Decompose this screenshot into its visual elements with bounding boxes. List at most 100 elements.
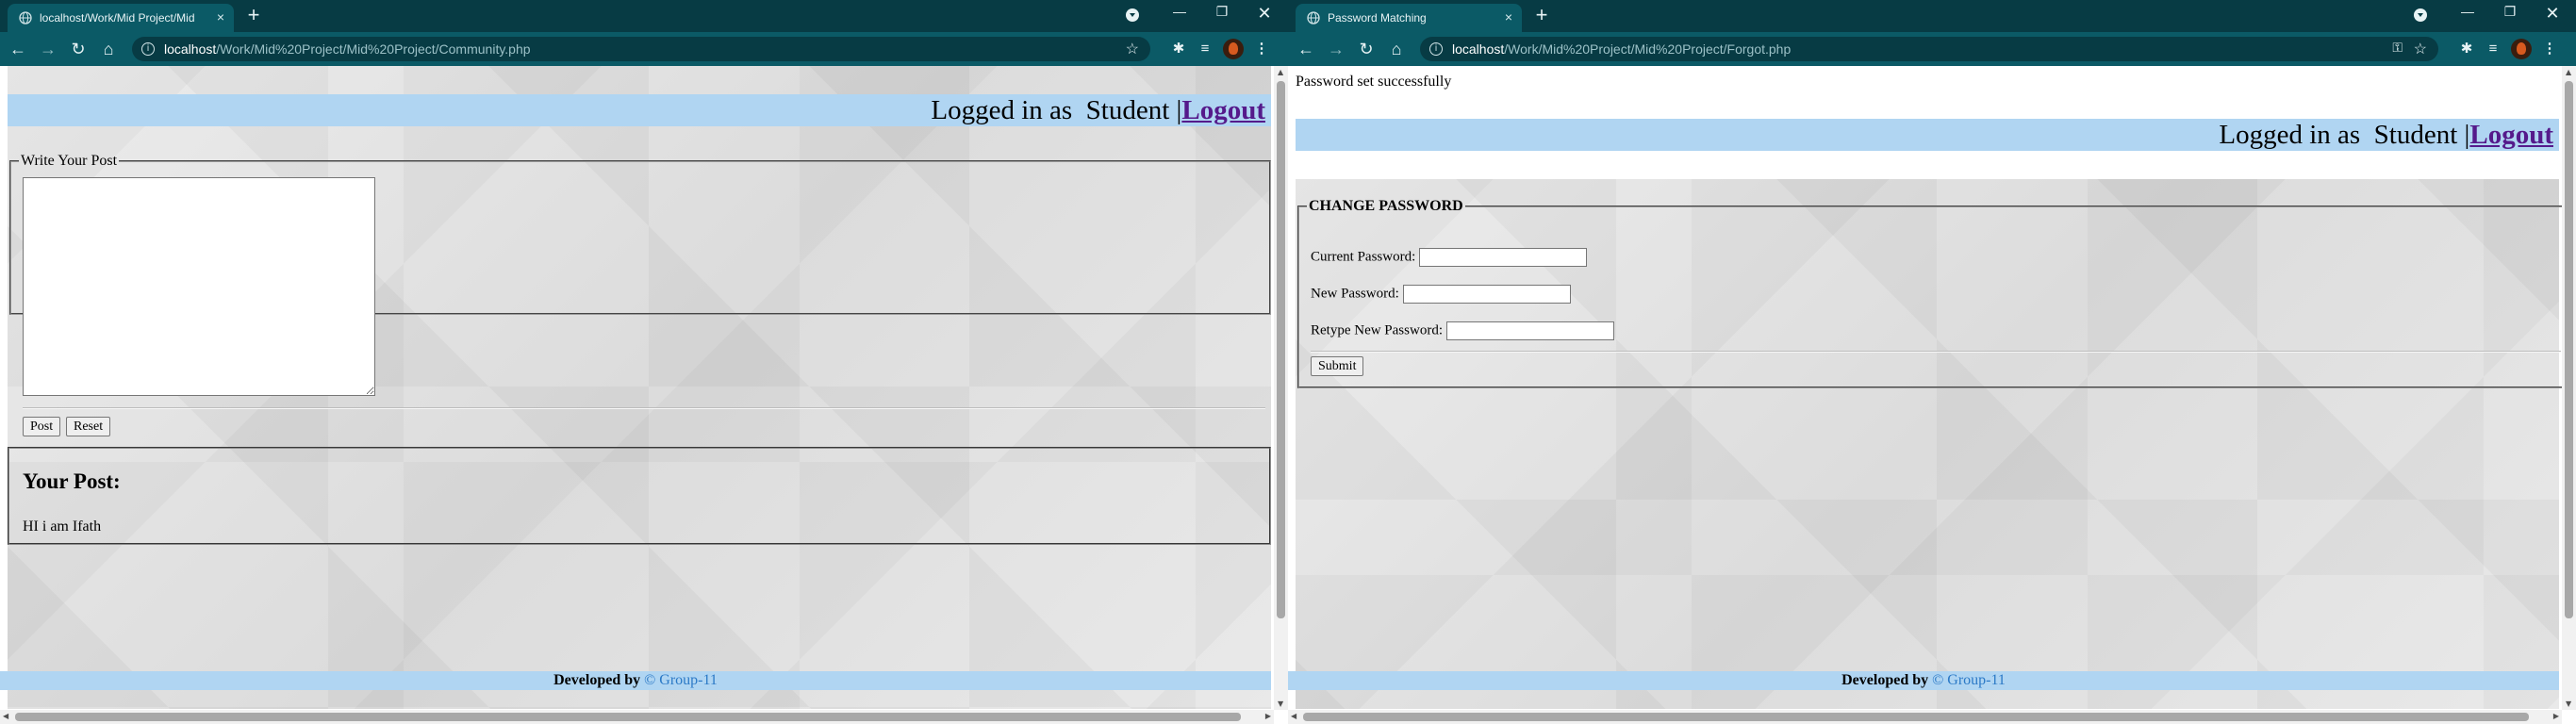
your-post-heading: Your Post:: [23, 469, 121, 493]
browser-toolbar: ← → ↻ ⌂ i localhost/Work/Mid%20Project/M…: [1288, 32, 2576, 66]
profile-avatar-icon[interactable]: [1222, 38, 1245, 60]
tab-community[interactable]: localhost/Work/Mid Project/Mid ×: [8, 4, 234, 32]
scroll-up-icon[interactable]: ▲: [2566, 68, 2571, 76]
page-viewport: Logged in as Student |Logout Write Your …: [0, 66, 1288, 724]
back-arrow-icon[interactable]: ←: [1296, 39, 1316, 59]
tab-strip: localhost/Work/Mid Project/Mid × + — ❐ ✕: [0, 0, 1288, 32]
address-bar[interactable]: i localhost/Work/Mid%20Project/Mid%20Pro…: [132, 37, 1150, 61]
vertical-scroll-thumb[interactable]: [1277, 81, 1285, 618]
extensions-puzzle-icon[interactable]: ✱: [1167, 38, 1190, 60]
address-url: localhost/Work/Mid%20Project/Mid%20Proje…: [164, 41, 531, 57]
post-button[interactable]: Post: [23, 417, 61, 436]
reading-list-icon[interactable]: ≡: [1194, 38, 1216, 60]
horizontal-scrollbar[interactable]: ◀ ▶: [0, 710, 1274, 724]
home-icon[interactable]: ⌂: [1386, 39, 1407, 59]
page-footer: Developed by © Group-11: [1288, 671, 2559, 690]
tab-password-matching[interactable]: Password Matching ×: [1296, 4, 1522, 32]
scroll-down-icon[interactable]: ▼: [2566, 699, 2571, 708]
browser-toolbar: ← → ↻ ⌂ i localhost/Work/Mid%20Project/M…: [0, 32, 1288, 66]
page-viewport: Password set successfully Logged in as S…: [1288, 66, 2576, 724]
forward-arrow-icon[interactable]: →: [38, 39, 58, 59]
scroll-down-icon[interactable]: ▼: [1278, 699, 1283, 708]
reload-icon[interactable]: ↻: [1356, 39, 1377, 59]
tab-search-icon[interactable]: [1126, 8, 1139, 22]
back-arrow-icon[interactable]: ←: [8, 39, 28, 59]
info-icon[interactable]: i: [141, 42, 155, 56]
current-password-input[interactable]: [1419, 248, 1588, 267]
tab-title: Password Matching: [1328, 11, 1427, 25]
horizontal-scrollbar[interactable]: ◀ ▶: [1288, 710, 2562, 724]
reset-button[interactable]: Reset: [66, 417, 111, 436]
current-password-row: Current Password:: [1311, 248, 1588, 267]
bookmark-star-icon[interactable]: ☆: [2414, 40, 2427, 58]
tab-title: localhost/Work/Mid Project/Mid: [40, 11, 195, 25]
extensions-puzzle-icon[interactable]: ✱: [2455, 38, 2478, 60]
retype-password-row: Retype New Password:: [1311, 321, 1614, 340]
url-path: /Work/Mid%20Project/Mid%20Project/Forgot…: [1504, 41, 1792, 57]
address-url: localhost/Work/Mid%20Project/Mid%20Proje…: [1452, 41, 1791, 57]
new-password-row: New Password:: [1311, 285, 1571, 304]
horizontal-scroll-thumb[interactable]: [15, 713, 1241, 721]
post-text: HI i am Ifath: [23, 518, 102, 535]
vertical-scrollbar[interactable]: ▲ ▼: [1274, 66, 1288, 710]
tab-search-icon[interactable]: [2414, 8, 2427, 22]
extension-area: ✱ ≡ ⋮: [1167, 38, 1288, 60]
url-host: localhost: [1452, 41, 1505, 57]
tab-strip: Password Matching × + — ❐ ✕: [1288, 0, 2576, 32]
minimize-button[interactable]: —: [1165, 4, 1194, 19]
scroll-left-icon[interactable]: ◀: [3, 712, 8, 720]
extension-area: ✱ ≡ ⋮: [2455, 38, 2576, 60]
close-window-button[interactable]: ✕: [2538, 4, 2567, 24]
minimize-button[interactable]: —: [2453, 4, 2482, 19]
profile-avatar-icon[interactable]: [2510, 38, 2533, 60]
developed-by-label: Developed by: [553, 672, 641, 688]
logout-link[interactable]: Logout: [1181, 95, 1265, 125]
info-icon[interactable]: i: [1429, 42, 1443, 56]
vertical-scroll-thumb[interactable]: [2565, 81, 2573, 618]
write-post-legend: Write Your Post: [21, 153, 118, 169]
home-icon[interactable]: ⌂: [98, 39, 119, 59]
window-controls: — ❐ ✕: [1118, 0, 1288, 28]
url-path: /Work/Mid%20Project/Mid%20Project/Commun…: [216, 41, 531, 57]
retype-password-input[interactable]: [1445, 321, 1614, 340]
logged-in-text: Logged in as Student |: [2219, 120, 2470, 150]
globe-icon: [19, 11, 32, 25]
close-tab-icon[interactable]: ×: [1505, 9, 1512, 25]
new-tab-button[interactable]: +: [1531, 5, 1552, 26]
window-controls: — ❐ ✕: [2406, 0, 2576, 28]
new-password-label: New Password:: [1311, 286, 1399, 302]
browser-window-forgot: Password Matching × + — ❐ ✕ ← → ↻ ⌂ i lo…: [1288, 0, 2576, 724]
horizontal-scroll-thumb[interactable]: [1303, 713, 2529, 721]
login-header: Logged in as Student |Logout: [1296, 119, 2559, 151]
scroll-right-icon[interactable]: ▶: [2553, 712, 2559, 720]
close-window-button[interactable]: ✕: [1250, 4, 1279, 24]
restore-button[interactable]: ❐: [1208, 4, 1236, 20]
new-password-input[interactable]: [1402, 285, 1571, 304]
reload-icon[interactable]: ↻: [68, 39, 89, 59]
bookmark-star-icon[interactable]: ☆: [1126, 40, 1139, 58]
vertical-scrollbar[interactable]: ▲ ▼: [2562, 66, 2576, 710]
close-tab-icon[interactable]: ×: [217, 9, 224, 25]
footer-brand: © Group-11: [644, 672, 718, 688]
success-message: Password set successfully: [1296, 74, 1452, 90]
address-bar[interactable]: i localhost/Work/Mid%20Project/Mid%20Pro…: [1420, 37, 2438, 61]
browser-window-community: localhost/Work/Mid Project/Mid × + — ❐ ✕…: [0, 0, 1288, 724]
retype-password-label: Retype New Password:: [1311, 322, 1443, 338]
page-footer: Developed by © Group-11: [0, 671, 1271, 690]
key-icon[interactable]: ⚿: [2392, 40, 2403, 56]
submit-button[interactable]: Submit: [1311, 356, 1364, 376]
new-tab-button[interactable]: +: [243, 5, 264, 26]
forward-arrow-icon[interactable]: →: [1326, 39, 1346, 59]
logout-link[interactable]: Logout: [2469, 120, 2553, 150]
reading-list-icon[interactable]: ≡: [2482, 38, 2504, 60]
developed-by-label: Developed by: [1841, 672, 1929, 688]
kebab-menu-icon[interactable]: ⋮: [1250, 38, 1273, 60]
login-header: Logged in as Student |Logout: [8, 94, 1271, 126]
restore-button[interactable]: ❐: [2496, 4, 2524, 20]
post-textarea[interactable]: [23, 177, 375, 396]
scroll-right-icon[interactable]: ▶: [1265, 712, 1271, 720]
globe-icon: [1307, 11, 1320, 25]
kebab-menu-icon[interactable]: ⋮: [2538, 38, 2561, 60]
scroll-left-icon[interactable]: ◀: [1291, 712, 1296, 720]
scroll-up-icon[interactable]: ▲: [1278, 68, 1283, 76]
